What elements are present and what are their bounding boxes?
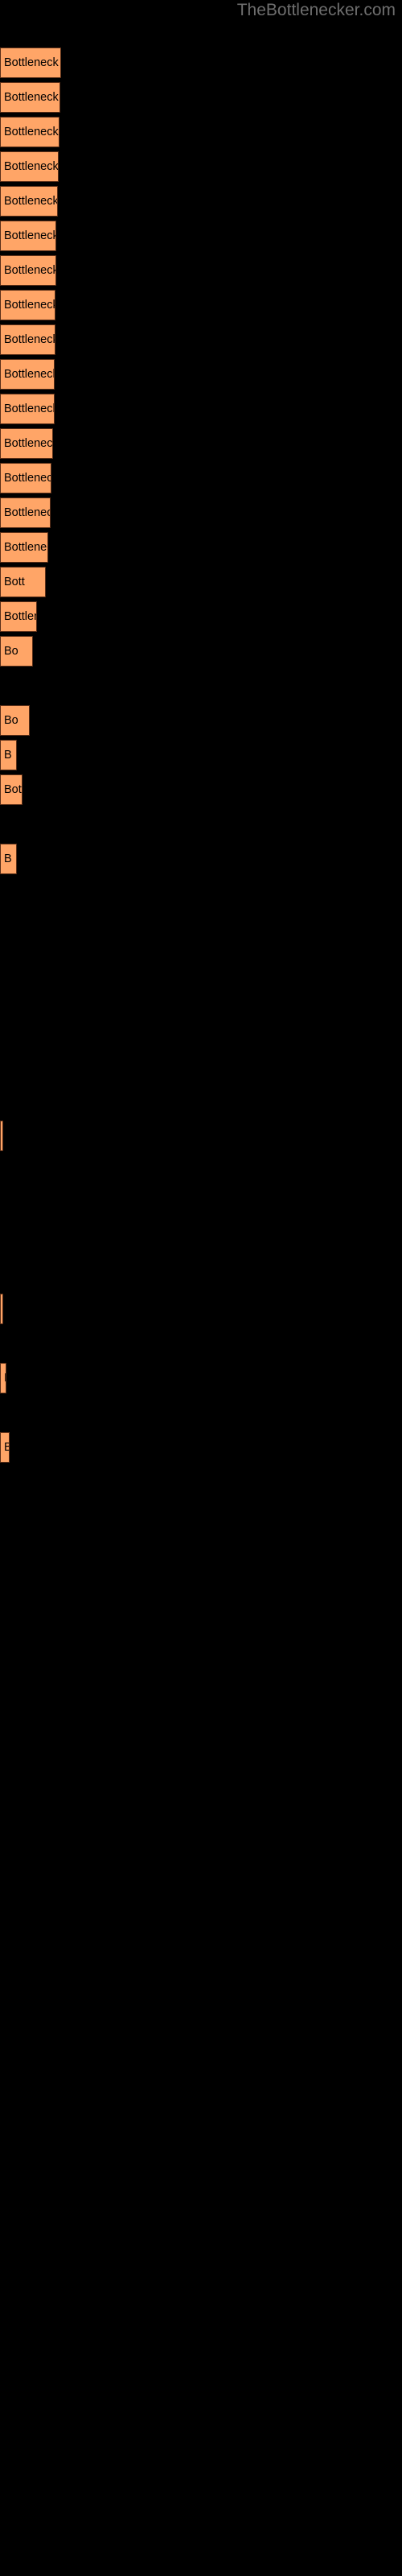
bar-12: Bottleneck res <box>0 428 53 459</box>
bar-19: Bo <box>0 705 30 736</box>
bar-label: Bott <box>4 576 25 588</box>
bar-7: Bottleneck resul <box>0 255 56 286</box>
bar-16: Bott <box>0 567 46 597</box>
bar-9: Bottleneck resul <box>0 324 55 355</box>
bar-26: B <box>0 1432 10 1463</box>
bar-label: B <box>4 1441 9 1454</box>
bar-11: Bottleneck resu <box>0 394 55 424</box>
bar-label: Bottle <box>4 783 22 796</box>
bar-23 <box>0 1121 3 1151</box>
bar-label: Bottlene <box>4 610 36 623</box>
bar-label: Bottleneck result <box>4 56 60 69</box>
bar-2: Bottleneck result <box>0 82 60 113</box>
bar-label: B <box>4 1372 6 1385</box>
bar-label: Bottleneck resu <box>4 402 55 415</box>
bar-label: Bottleneck re <box>4 506 50 519</box>
bar-label: Bo <box>4 645 18 658</box>
bar-20: B <box>0 740 17 770</box>
bar-label: Bottleneck resu <box>4 229 56 242</box>
bar-14: Bottleneck re <box>0 497 51 528</box>
bar-13: Bottleneck res <box>0 463 51 493</box>
bar-21: Bottle <box>0 774 23 805</box>
bar-22: B <box>0 844 17 874</box>
bar-label: Bottleneck resul <box>4 264 56 277</box>
bar-label: Bottleneck res <box>4 472 51 485</box>
bar-6: Bottleneck resu <box>0 221 56 251</box>
bar-label: Bo <box>4 714 18 727</box>
bar-label: Bottleneck resul <box>4 160 59 173</box>
bar-17: Bottlene <box>0 601 37 632</box>
bar-24 <box>0 1294 3 1324</box>
bar-label: Bottleneck resul <box>4 299 55 312</box>
bar-label: Bottlenec <box>4 541 48 554</box>
bar-25: B <box>0 1363 6 1393</box>
bar-label: B <box>4 749 12 762</box>
bar-label: Bottleneck resul <box>4 333 55 346</box>
bar-label: Bottleneck result <box>4 126 59 138</box>
bar-15: Bottlenec <box>0 532 48 563</box>
bar-3: Bottleneck result <box>0 117 59 147</box>
bar-label: Bottleneck res <box>4 437 53 450</box>
bar-label: B <box>4 852 12 865</box>
bar-5: Bottleneck result <box>0 186 58 217</box>
bar-label: Bottleneck result <box>4 91 59 104</box>
bar-1: Bottleneck result <box>0 47 61 78</box>
bottleneck-bar-chart: Bottleneck result Bottleneck result Bottle… <box>0 0 402 2576</box>
bar-18: Bo <box>0 636 33 667</box>
bar-10: Bottleneck resu <box>0 359 55 390</box>
bar-8: Bottleneck resul <box>0 290 55 320</box>
bar-label: Bottleneck resu <box>4 368 55 381</box>
bar-4: Bottleneck resul <box>0 151 59 182</box>
bar-label: Bottleneck result <box>4 195 58 208</box>
